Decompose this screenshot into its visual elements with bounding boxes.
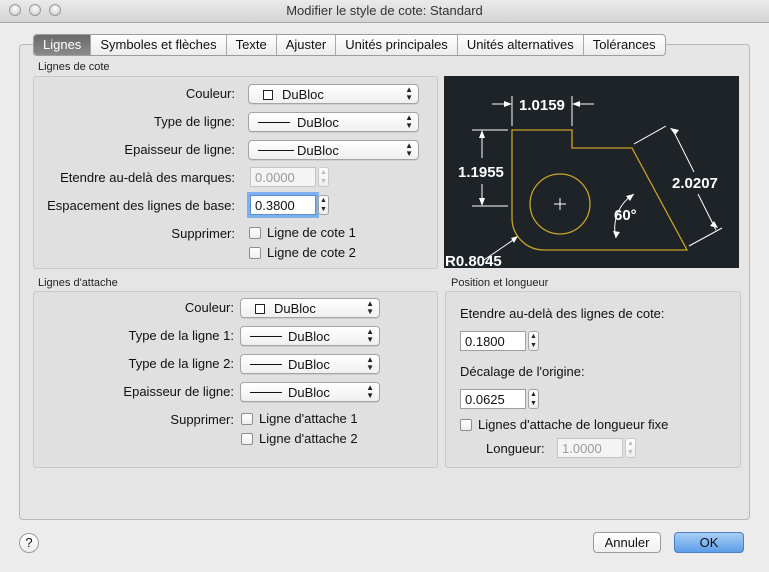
dim-extend-field[interactable]: 0.0000 [250,167,316,187]
line-sample-icon [258,122,290,123]
preview-angle: 60° [614,207,637,224]
suppress-ext-line-1-checkbox[interactable]: Ligne d'attache 1 [241,411,358,426]
checkbox-box[interactable] [249,246,261,259]
ext-linetype1-label: Type de la ligne 1: [128,328,234,343]
tab-symboles[interactable]: Symboles et flèches [90,35,225,55]
preview-drawing: 1.0159 1.1955 2.0207 60° R0.8045 [445,96,723,270]
up-down-arrows-icon: ▲ ▼ [405,141,413,158]
dim-linetype-select[interactable]: DuBloc ▲ ▼ [248,112,419,132]
ext-lineweight-select[interactable]: DuBloc ▲ ▼ [240,382,380,402]
up-down-arrows-icon: ▲ ▼ [366,355,374,372]
ext-linetype2-label: Type de la ligne 2: [128,356,234,371]
dim-suppress-label: Supprimer: [171,226,235,241]
tab-unites-alternatives[interactable]: Unités alternatives [456,35,583,55]
dim-baseline-stepper[interactable]: ▲ ▼ [318,195,329,215]
up-down-arrows-icon: ▲ ▼ [366,327,374,344]
line-sample-icon [250,364,282,365]
up-down-arrows-icon: ▲ ▼ [366,383,374,400]
dim-lines-group-label: Lignes de cote [38,61,110,73]
dim-extend-label: Etendre au-delà des marques: [60,170,235,185]
ext-suppress-label: Supprimer: [170,412,234,427]
preview-dim-top: 1.0159 [519,97,565,114]
line-sample-icon [250,392,282,393]
tab-bar: Lignes Symboles et flèches Texte Ajuster… [33,34,666,56]
window-title: Modifier le style de cote: Standard [286,3,483,18]
checkbox-box[interactable] [241,432,253,445]
length-label: Longueur: [486,441,545,456]
dim-lineweight-label: Epaisseur de ligne: [124,142,235,157]
ext-beyond-dim-label: Etendre au-delà des lignes de cote: [460,306,665,321]
cancel-button[interactable]: Annuler [593,532,661,553]
ext-beyond-dim-field[interactable]: 0.1800 [460,331,526,351]
up-down-arrows-icon: ▲ ▼ [405,113,413,130]
ext-lineweight-label: Epaisseur de ligne: [123,384,234,399]
dim-baseline-label: Espacement des lignes de base: [47,198,235,213]
ext-beyond-dim-stepper[interactable]: ▲ ▼ [528,331,539,351]
ext-linetype1-select[interactable]: DuBloc ▲ ▼ [240,326,380,346]
checkbox-box[interactable] [460,418,472,431]
up-down-arrows-icon: ▲ ▼ [366,299,374,316]
checkbox-box[interactable] [249,226,261,239]
dim-color-label: Couleur: [185,86,235,101]
origin-offset-label: Décalage de l'origine: [460,364,585,379]
length-field[interactable]: 1.0000 [557,438,623,458]
ext-color-label: Couleur: [184,300,234,315]
line-sample-icon [258,150,294,151]
up-down-arrows-icon: ▲ ▼ [405,85,413,102]
preview-dim-right: 2.0207 [672,175,718,192]
color-swatch-icon [263,90,273,100]
ok-button[interactable]: OK [674,532,744,553]
position-group-label: Position et longueur [451,277,549,289]
suppress-dim-line-1-checkbox[interactable]: Ligne de cote 1 [249,225,356,240]
length-stepper[interactable]: ▲ ▼ [625,438,636,458]
ext-linetype2-select[interactable]: DuBloc ▲ ▼ [240,354,380,374]
dim-baseline-field[interactable]: 0.3800 [250,195,316,215]
color-swatch-icon [255,304,265,314]
ext-lines-group-label: Lignes d'attache [38,277,118,289]
suppress-ext-line-2-checkbox[interactable]: Ligne d'attache 2 [241,431,358,446]
preview-radius: R0.8045 [445,253,502,268]
dimension-style-preview: 1.0159 1.1955 2.0207 60° R0.8045 [444,76,739,270]
preview-dim-left: 1.1955 [458,164,504,181]
line-sample-icon [250,336,282,337]
tab-texte[interactable]: Texte [225,35,276,55]
help-button[interactable]: ? [19,533,39,553]
dim-lineweight-select[interactable]: DuBloc ▲ ▼ [248,140,419,160]
dim-linetype-label: Type de ligne: [154,114,235,129]
title-bar: Modifier le style de cote: Standard [0,0,769,23]
ext-color-select[interactable]: DuBloc ▲ ▼ [240,298,380,318]
tab-tolerances[interactable]: Tolérances [582,35,665,55]
origin-offset-stepper[interactable]: ▲ ▼ [528,389,539,409]
checkbox-box[interactable] [241,412,253,425]
fixed-length-checkbox[interactable]: Lignes d'attache de longueur fixe [460,417,668,432]
suppress-dim-line-2-checkbox[interactable]: Ligne de cote 2 [249,245,356,260]
dim-color-select[interactable]: DuBloc ▲ ▼ [248,84,419,104]
dim-extend-stepper[interactable]: ▲ ▼ [318,167,329,187]
part-outline [511,129,689,251]
tab-lignes[interactable]: Lignes [34,35,91,55]
tab-ajuster[interactable]: Ajuster [275,35,335,55]
tab-unites-principales[interactable]: Unités principales [335,35,457,55]
origin-offset-field[interactable]: 0.0625 [460,389,526,409]
